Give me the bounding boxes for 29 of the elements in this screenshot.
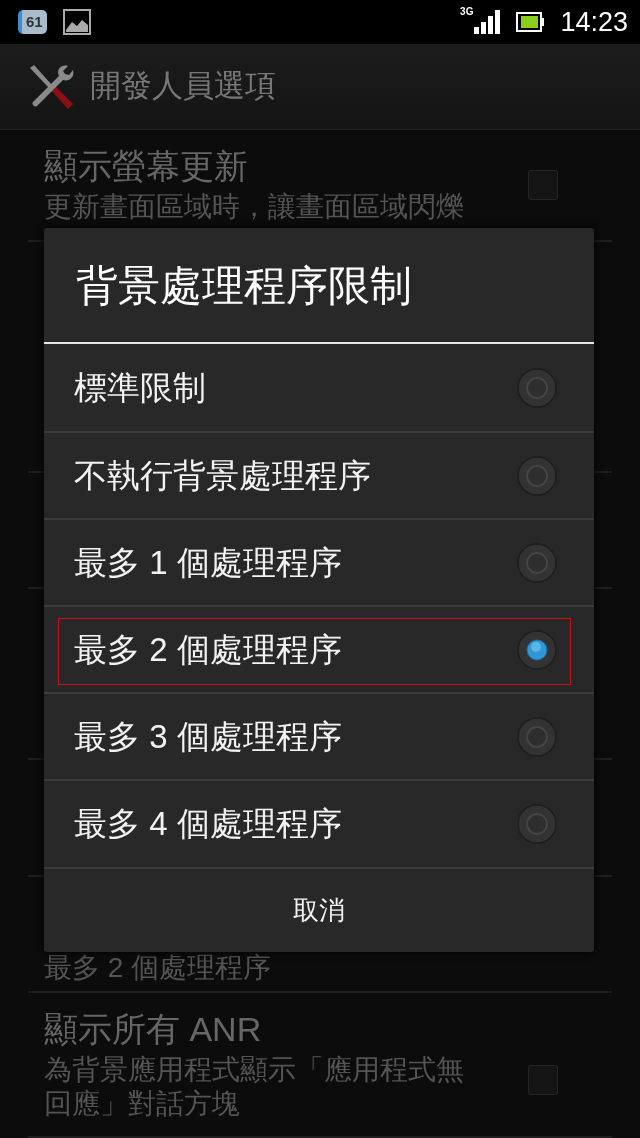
setting-summary: 最多 2 個處理程序 bbox=[44, 951, 273, 985]
radio-option[interactable]: 最多 2 個處理程序 bbox=[44, 605, 594, 692]
checkbox[interactable] bbox=[528, 1064, 558, 1095]
checkbox[interactable] bbox=[528, 170, 558, 200]
radio-option[interactable]: 最多 3 個處理程序 bbox=[44, 692, 594, 779]
radio-option[interactable]: 不執行背景處理程序 bbox=[44, 431, 594, 518]
radio-button[interactable] bbox=[517, 716, 557, 757]
radio-button[interactable] bbox=[517, 367, 557, 408]
screen-title: 開發人員選項 bbox=[90, 67, 276, 106]
image-icon bbox=[62, 8, 91, 36]
radio-option[interactable]: 最多 4 個處理程序 bbox=[44, 779, 594, 866]
setting-summary: 更新畫面區域時，讓畫面區域閃爍 bbox=[44, 190, 465, 224]
radio-button[interactable] bbox=[517, 629, 557, 670]
radio-option[interactable]: 最多 1 個處理程序 bbox=[44, 518, 594, 605]
dialog-title: 背景處理程序限制 bbox=[76, 260, 412, 311]
setting-title: 顯示所有 ANR bbox=[44, 1008, 263, 1049]
notification-count: 61 bbox=[18, 10, 47, 34]
cancel-button[interactable]: 取消 bbox=[44, 867, 594, 952]
signal-icon bbox=[474, 10, 501, 34]
radio-button[interactable] bbox=[517, 803, 557, 844]
radio-button[interactable] bbox=[517, 455, 557, 496]
battery-icon bbox=[516, 12, 545, 32]
status-time: 14:23 bbox=[560, 5, 628, 39]
setting-summary: 為背景應用程式顯示「應用程式無回應」對話方塊 bbox=[44, 1052, 465, 1121]
network-type: 3G bbox=[460, 7, 474, 17]
radio-option[interactable]: 標準限制 bbox=[44, 344, 594, 431]
setting-title: 顯示螢幕更新 bbox=[44, 146, 249, 186]
tools-icon bbox=[28, 63, 74, 110]
radio-button[interactable] bbox=[517, 542, 557, 583]
